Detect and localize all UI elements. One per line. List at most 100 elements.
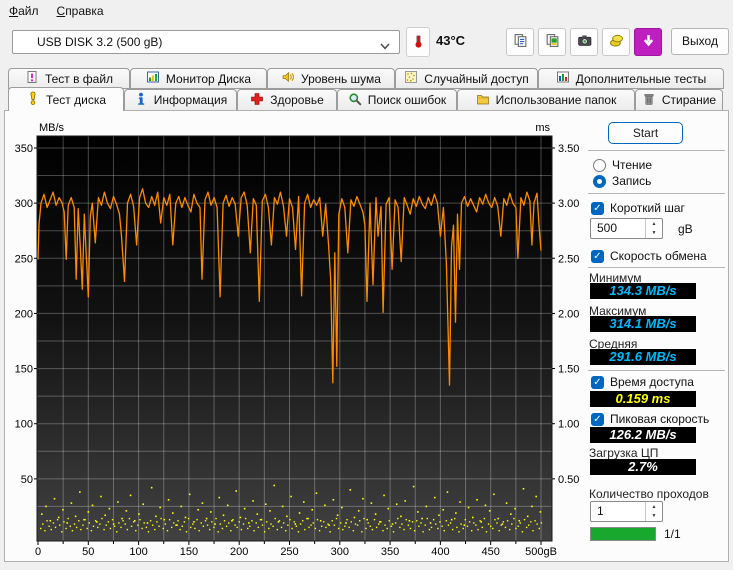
device-combo[interactable]: USB DISK 3.2 (500 gB) <box>12 30 400 54</box>
copy-image-icon <box>545 33 560 51</box>
error-scan-icon <box>348 92 362 109</box>
tab-label: Монитор Диска <box>165 71 252 86</box>
checkbox-checked-icon: ✓ <box>591 375 604 389</box>
camera-icon <box>577 33 592 51</box>
spinner-arrows[interactable]: ▲ ▼ <box>645 219 662 238</box>
download-button[interactable] <box>634 28 662 56</box>
tab-label: Здоровье <box>270 93 324 107</box>
svg-text:200: 200 <box>230 546 248 558</box>
svg-text:350: 350 <box>381 546 399 558</box>
divider <box>588 193 725 194</box>
spin-up-icon[interactable]: ▲ <box>646 502 662 512</box>
test-size-unit: gB <box>678 222 693 236</box>
radio-unselected-icon <box>593 158 606 172</box>
tab-label: Использование папок <box>495 93 617 107</box>
tab-label: Тест в файл <box>44 71 114 86</box>
access-time-value: 0.159 ms <box>590 391 696 407</box>
divider <box>588 267 725 268</box>
disk-test-icon <box>26 91 40 108</box>
random-access-icon <box>404 70 418 87</box>
svg-text:0.50: 0.50 <box>558 474 579 486</box>
download-arrow-icon <box>641 33 656 51</box>
minimum-value: 134.3 MB/s <box>590 283 696 299</box>
svg-text:100: 100 <box>129 546 147 558</box>
tab-disk-monitor[interactable]: Монитор Диска <box>130 68 267 89</box>
read-mode-label: Чтение <box>612 158 653 172</box>
noise-level-icon <box>281 70 295 87</box>
divider <box>588 150 725 151</box>
tab-random-access[interactable]: Случайный доступ <box>395 68 538 89</box>
svg-text:50: 50 <box>21 474 33 486</box>
spinner-arrows[interactable]: ▲ ▼ <box>645 502 662 521</box>
erase-icon <box>642 92 656 109</box>
device-combo-value: USB DISK 3.2 (500 gB) <box>37 35 163 49</box>
tab-label: Случайный доступ <box>424 71 529 86</box>
disk-monitor-icon <box>146 70 160 87</box>
tab-folder-usage[interactable]: Использование папок <box>457 89 635 111</box>
spin-up-icon[interactable]: ▲ <box>646 219 662 229</box>
svg-text:1.50: 1.50 <box>558 364 579 376</box>
tab-disk-test[interactable]: Тест диска <box>8 87 124 111</box>
peak-speed-checkbox[interactable]: ✓ Пиковая скорость <box>591 412 709 426</box>
tab-label: Стирание <box>661 93 717 107</box>
tab-erase[interactable]: Стирание <box>635 89 723 111</box>
test-controls-panel: Start Чтение Запись ✓ Короткий шаг 500 ▲… <box>583 111 729 561</box>
pass-count-label: Количество проходов <box>589 487 709 501</box>
peak-speed-label: Пиковая скорость <box>610 412 710 426</box>
pass-progress-bar <box>590 527 656 541</box>
divider <box>588 370 725 371</box>
svg-text:500gB: 500gB <box>525 546 557 558</box>
svg-text:400: 400 <box>431 546 449 558</box>
copy-image-button[interactable] <box>538 28 566 56</box>
pass-count-value: 1 <box>597 504 604 518</box>
write-mode-radio[interactable]: Запись <box>593 174 651 188</box>
coins-icon <box>609 33 624 51</box>
svg-text:200: 200 <box>15 308 33 320</box>
svg-text:450: 450 <box>482 546 500 558</box>
chevron-down-icon <box>380 39 390 53</box>
temperature-button[interactable] <box>406 27 430 57</box>
tab-noise-level[interactable]: Уровень шума <box>267 68 395 89</box>
test-size-spinner[interactable]: 500 ▲ ▼ <box>590 218 663 239</box>
svg-text:2.00: 2.00 <box>558 308 579 320</box>
svg-text:MB/s: MB/s <box>39 122 65 134</box>
menu-item-help[interactable]: Справка <box>48 1 113 21</box>
info-icon <box>134 92 148 109</box>
pass-progress-label: 1/1 <box>664 527 681 541</box>
tab-label: Поиск ошибок <box>367 93 447 107</box>
tab-error-scan[interactable]: Поиск ошибок <box>337 89 457 111</box>
short-step-checkbox[interactable]: ✓ Короткий шаг <box>591 201 685 215</box>
spin-down-icon[interactable]: ▼ <box>646 229 662 239</box>
svg-text:150: 150 <box>180 546 198 558</box>
tab-info[interactable]: Информация <box>124 89 237 111</box>
coins-button[interactable] <box>602 28 630 56</box>
maximum-value: 314.1 MB/s <box>590 316 696 332</box>
svg-text:3.00: 3.00 <box>558 198 579 210</box>
menu-item-file[interactable]: Файл <box>0 1 48 21</box>
svg-text:1.00: 1.00 <box>558 419 579 431</box>
tab-label: Информация <box>153 93 228 107</box>
extra-tests-icon <box>556 70 570 87</box>
checkbox-checked-icon: ✓ <box>591 249 604 263</box>
peak-speed-value: 126.2 MB/s <box>590 427 696 443</box>
transfer-speed-checkbox[interactable]: ✓ Скорость обмена <box>591 249 707 263</box>
tab-file-test[interactable]: Тест в файл <box>8 68 130 89</box>
exit-button[interactable]: Выход <box>671 28 729 55</box>
copy-report-button[interactable] <box>506 28 534 56</box>
access-time-checkbox[interactable]: ✓ Время доступа <box>591 375 694 389</box>
tab-health[interactable]: Здоровье <box>237 89 337 111</box>
spin-down-icon[interactable]: ▼ <box>646 512 662 522</box>
tab-label: Тест диска <box>45 92 107 107</box>
cpu-load-label: Загрузка ЦП <box>589 446 659 460</box>
checkbox-checked-icon: ✓ <box>591 412 604 426</box>
read-mode-radio[interactable]: Чтение <box>593 158 652 172</box>
svg-text:300: 300 <box>15 198 33 210</box>
tab-extra-tests[interactable]: Дополнительные тесты <box>538 68 724 89</box>
access-time-label: Время доступа <box>610 375 694 389</box>
benchmark-chart: MB/s ms 350 300 250 200 150 100 50 3.50 3.00 2.50 2.… <box>15 122 580 558</box>
pass-count-spinner[interactable]: 1 ▲ ▼ <box>590 501 663 522</box>
svg-text:0: 0 <box>35 546 41 558</box>
svg-text:250: 250 <box>280 546 298 558</box>
start-button[interactable]: Start <box>608 122 683 144</box>
screenshot-button[interactable] <box>570 28 598 56</box>
